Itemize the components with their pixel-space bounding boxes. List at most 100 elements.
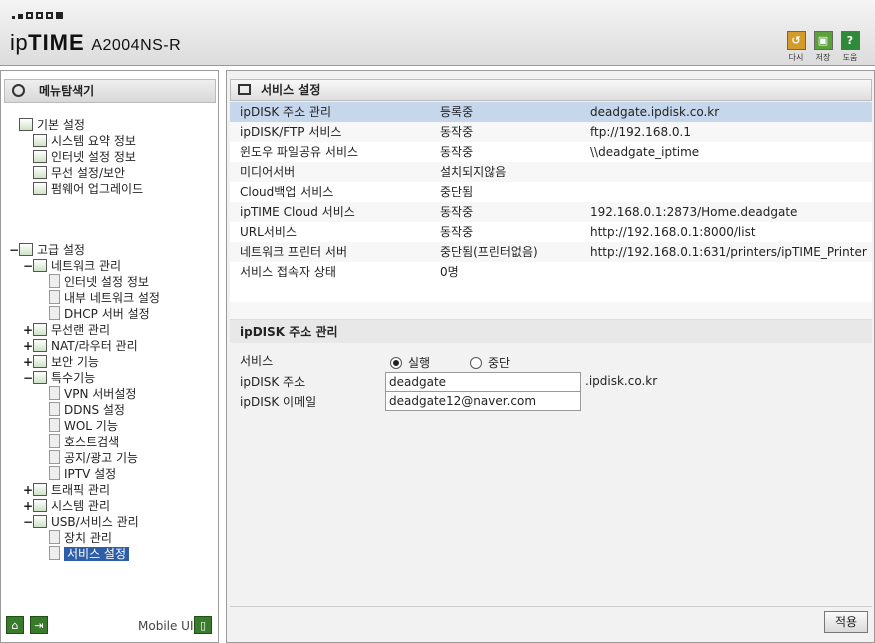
menu-explorer-panel: 메뉴탐색기 기본 설정 시스템 요약 정보 인터넷 설정 정보 무선 설정/보안 펌웨어… [0, 70, 219, 643]
logout-button[interactable]: ⇥ [30, 616, 48, 634]
tree-item-label: 공지/광고 기능 [64, 451, 139, 465]
window-icon [238, 84, 251, 95]
model-name: A2004NS-R [91, 37, 182, 54]
expand-toggle-icon[interactable]: − [23, 514, 33, 530]
service-row[interactable]: URL서비스 동작중 http://192.168.0.1:8000/list [230, 222, 872, 242]
tree-item[interactable]: + 무선랜 관리 [23, 322, 110, 338]
run-radio[interactable]: 실행 [390, 354, 430, 371]
service-status: 중단됨 [440, 185, 474, 199]
tree-item[interactable]: 호스트검색 [39, 434, 119, 450]
folder-icon [33, 323, 47, 336]
page-title: 서비스 설정 [230, 79, 872, 101]
tree-item[interactable]: 기본 설정 [9, 117, 85, 133]
tree-item[interactable]: 펌웨어 업그레이드 [23, 181, 143, 197]
tree-item[interactable]: − 특수기능 [23, 370, 95, 386]
tree-item-label: VPN 서버설정 [64, 387, 137, 401]
stop-radio[interactable]: 중단 [470, 354, 510, 371]
tree-item[interactable]: DDNS 설정 [39, 402, 125, 418]
tree-item-label: 특수기능 [51, 371, 96, 385]
tree-item[interactable]: − 네트워크 관리 [23, 258, 121, 274]
service-row[interactable]: ipDISK 주소 관리 등록중 deadgate.ipdisk.co.kr [230, 102, 872, 122]
tree-item[interactable]: 내부 네트워크 설정 [39, 290, 160, 306]
tree-item[interactable]: VPN 서버설정 [39, 386, 136, 402]
service-name: URL서비스 [240, 225, 297, 239]
expand-toggle-icon[interactable]: − [23, 370, 33, 386]
service-name: ipDISK/FTP 서비스 [240, 125, 342, 139]
ipdisk-email-input[interactable]: deadgate12@naver.com [385, 391, 581, 411]
expand-toggle-icon[interactable]: + [23, 338, 33, 354]
service-name: 서비스 접속자 상태 [240, 265, 336, 279]
expand-toggle-icon[interactable]: + [23, 482, 33, 498]
page-icon [49, 274, 60, 288]
tree-item-label: 내부 네트워크 설정 [64, 291, 160, 305]
section-title: ipDISK 주소 관리 [230, 319, 872, 343]
tree-item[interactable]: 서비스 설정 [39, 546, 130, 562]
brand-logo: ipTIME A2004NS-R [10, 30, 182, 55]
service-row[interactable]: ipTIME Cloud 서비스 동작중 192.168.0.1:2873/Home… [230, 202, 872, 222]
service-info: http://192.168.0.1:8000/list [590, 225, 756, 239]
tree-item[interactable]: 공지/광고 기능 [39, 450, 138, 466]
ipdisk-email-label: ipDISK 이메일 [240, 395, 317, 409]
page-icon [49, 306, 60, 320]
tree-item[interactable]: DHCP 서버 설정 [39, 306, 150, 322]
header-bar: ipTIME A2004NS-R ↺ 다시 ▣ 저장 ? 도움 [0, 0, 875, 66]
service-info: 192.168.0.1:2873/Home.deadgate [590, 205, 798, 219]
refresh-icon: ↺ [786, 31, 806, 50]
expand-toggle-icon[interactable]: − [23, 258, 33, 274]
tree-item[interactable]: + NAT/라우터 관리 [23, 338, 138, 354]
divider [230, 606, 872, 607]
tree-item[interactable]: 장치 관리 [39, 530, 112, 546]
service-row[interactable]: 윈도우 파일공유 서비스 동작중 \\deadgate_iptime [230, 142, 872, 162]
tree-item[interactable]: 무선 설정/보안 [23, 165, 125, 181]
tree-item[interactable]: + 보안 기능 [23, 354, 99, 370]
expand-toggle-icon[interactable]: + [23, 354, 33, 370]
expand-toggle-icon[interactable]: − [9, 242, 19, 258]
tree-item[interactable]: + 트래픽 관리 [23, 482, 110, 498]
page-icon [49, 434, 60, 448]
save-button[interactable]: ▣ 저장 [810, 31, 836, 63]
tree-item[interactable]: WOL 기능 [39, 418, 118, 434]
apply-button[interactable]: 적용 [824, 611, 868, 633]
expand-toggle-icon[interactable]: + [23, 322, 33, 338]
tree-item[interactable]: + 시스템 관리 [23, 498, 110, 514]
radio-icon [470, 357, 482, 369]
tree-item-label: 인터넷 설정 정보 [51, 150, 136, 164]
help-button[interactable]: ? 도움 [837, 31, 863, 63]
tree-item[interactable]: − USB/서비스 관리 [23, 514, 139, 530]
service-name: 윈도우 파일공유 서비스 [240, 145, 359, 159]
home-button[interactable]: ⌂ [6, 616, 24, 634]
service-label: 서비스 [240, 354, 274, 368]
service-row[interactable]: 네트워크 프린터 서버 중단됨(프린터없음) http://192.168.0.1:… [230, 242, 872, 262]
expand-toggle-icon[interactable]: + [23, 498, 33, 514]
tree-item[interactable]: IPTV 설정 [39, 466, 116, 482]
tree-item-label: 기본 설정 [37, 118, 85, 132]
folder-icon [33, 182, 47, 195]
tree-item-label: 장치 관리 [64, 531, 112, 545]
tree-item[interactable]: 인터넷 설정 정보 [23, 149, 136, 165]
mobile-icon[interactable]: ▯ [194, 616, 212, 634]
service-name: Cloud백업 서비스 [240, 185, 334, 199]
tree-item-label: 네트워크 관리 [51, 259, 122, 273]
refresh-button[interactable]: ↺ 다시 [783, 31, 809, 63]
radio-icon [390, 357, 402, 369]
folder-icon [33, 166, 47, 179]
ipdisk-address-input[interactable]: deadgate [385, 372, 581, 392]
page-icon [49, 418, 60, 432]
service-row[interactable]: Cloud백업 서비스 중단됨 [230, 182, 872, 202]
folder-icon [33, 134, 47, 147]
folder-icon [33, 483, 47, 496]
page-icon [49, 386, 60, 400]
service-name: ipTIME Cloud 서비스 [240, 205, 355, 219]
help-icon: ? [840, 31, 860, 50]
tree-item-label: 트래픽 관리 [51, 483, 111, 497]
service-row[interactable]: 서비스 접속자 상태 0명 [230, 262, 872, 282]
service-row[interactable]: 미디어서버 설치되지않음 [230, 162, 872, 182]
tree-item[interactable]: − 고급 설정 [9, 242, 85, 258]
tree-item-label: 무선랜 관리 [51, 323, 111, 337]
tree-item-label: 보안 기능 [51, 355, 99, 369]
service-status: 동작중 [440, 205, 474, 219]
tree-item[interactable]: 인터넷 설정 정보 [39, 274, 149, 290]
service-row[interactable]: ipDISK/FTP 서비스 동작중 ftp://192.168.0.1 [230, 122, 872, 142]
tree-item[interactable]: 시스템 요약 정보 [23, 133, 136, 149]
tree-item-label: 호스트검색 [64, 435, 120, 449]
